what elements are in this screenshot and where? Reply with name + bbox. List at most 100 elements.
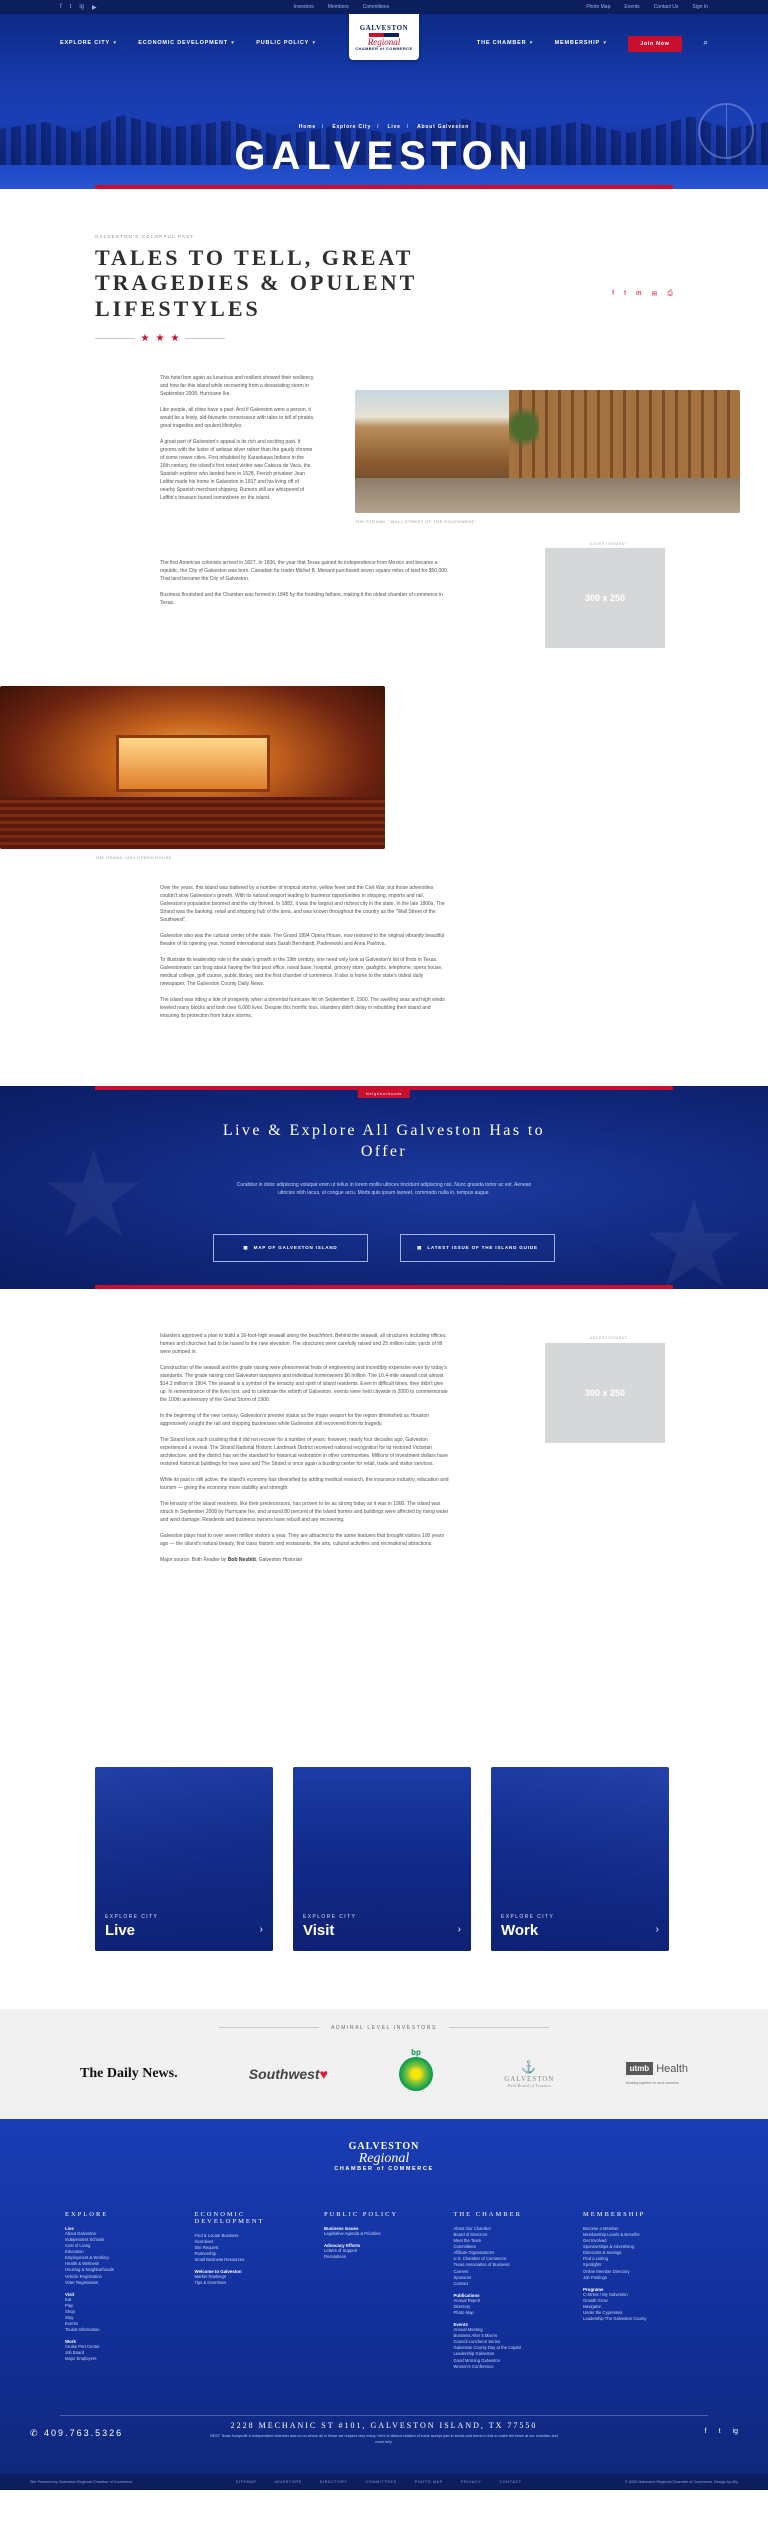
- investors-section: Admiral Level Investors The Daily News. …: [0, 2008, 768, 2119]
- divider-line: [95, 337, 135, 339]
- chevron-right-icon: ›: [457, 1923, 461, 1935]
- article-header: Galveston's Colorful Past Tales to Tell,…: [0, 189, 768, 344]
- galveston-park-board-logo[interactable]: ⚓ GALVESTON Park Board of Trustees: [504, 2060, 554, 2088]
- ad-300x250[interactable]: 300 x 250: [545, 1342, 665, 1443]
- nav-economic-development[interactable]: Economic Development ▾: [138, 40, 234, 46]
- footer-link[interactable]: Job Postings: [583, 2275, 703, 2281]
- share-linkedin-icon[interactable]: in: [636, 290, 641, 298]
- footer-column-title[interactable]: Economic Development: [195, 2211, 315, 2225]
- paragraph: The tenacity of the island residents, li…: [160, 1500, 449, 1523]
- footer-link[interactable]: Major Employers: [65, 2356, 185, 2362]
- button-label: Map of Galveston Island: [253, 1245, 338, 1251]
- logo-line-1: GALVESTON: [359, 23, 409, 32]
- youtube-icon[interactable]: ▶: [92, 4, 97, 11]
- paragraph: Over the years, this island was battered…: [160, 884, 445, 923]
- breadcrumb-explore-city[interactable]: Explore City: [332, 124, 371, 130]
- utility-link-members[interactable]: Members: [328, 4, 349, 10]
- footer-link[interactable]: Photo Map: [454, 2310, 574, 2316]
- footer-logo[interactable]: GALVESTON Regional CHAMBER of COMMERCE: [334, 2141, 433, 2172]
- tile-live[interactable]: Explore City Live ›: [95, 1766, 273, 1951]
- nav-membership[interactable]: Membership ▾: [555, 40, 607, 46]
- chevron-down-icon: ▾: [529, 40, 533, 46]
- footer-link[interactable]: Small Business Resources: [195, 2257, 315, 2263]
- footer-link[interactable]: Contact: [454, 2281, 574, 2287]
- facebook-icon[interactable]: f: [705, 2428, 707, 2435]
- ad-300x250[interactable]: 300 x 250: [545, 547, 665, 648]
- footer-link-privacy[interactable]: Privacy: [461, 2480, 482, 2484]
- utmb-health-logo[interactable]: utmb Health Working together to work won…: [625, 2062, 688, 2086]
- footer-column-title[interactable]: Explore: [65, 2211, 185, 2218]
- utility-link-investors[interactable]: Investors: [294, 4, 314, 10]
- utility-link-sign-in[interactable]: Sign In: [692, 4, 708, 10]
- share-twitter-icon[interactable]: t: [624, 290, 626, 298]
- investors-heading: Admiral Level Investors: [331, 2024, 437, 2031]
- footer-link-directory[interactable]: Directory: [320, 2480, 348, 2484]
- footer-link[interactable]: Leadership The Galveston County: [583, 2316, 703, 2322]
- footer-column-title[interactable]: Membership: [583, 2211, 703, 2218]
- tile-work[interactable]: Explore City Work ›: [491, 1766, 669, 1951]
- island-guide-button[interactable]: ▤ Latest Issue of the Island Guide: [400, 1233, 555, 1262]
- instagram-icon[interactable]: ig: [733, 2428, 738, 2435]
- utility-link-events[interactable]: Events: [624, 4, 639, 10]
- footer-link-sitemap[interactable]: Sitemap: [236, 2480, 257, 2484]
- footer-column-title[interactable]: The Chamber: [454, 2211, 574, 2218]
- footer-link-group: Live About Galveston Independent Schools Co…: [65, 2226, 185, 2286]
- map-of-galveston-button[interactable]: ▦ Map of Galveston Island: [213, 1233, 368, 1262]
- breadcrumb-live[interactable]: Live: [388, 124, 401, 130]
- footer-powered-by: Site Powered by Galveston Regional Chamb…: [30, 2479, 133, 2484]
- share-print-icon[interactable]: ⎙: [667, 290, 673, 298]
- footer-social: f t ig: [705, 2428, 738, 2435]
- search-icon[interactable]: ⌕: [704, 38, 708, 48]
- nav-public-policy[interactable]: Public Policy ▾: [256, 40, 315, 46]
- instagram-icon[interactable]: ig: [79, 4, 84, 11]
- nav-the-chamber[interactable]: The Chamber ▾: [477, 40, 533, 46]
- paragraph: The first American colonists arrived in …: [160, 559, 449, 582]
- tile-label: Explore City Live: [105, 1914, 158, 1939]
- share-facebook-icon[interactable]: f: [612, 290, 614, 298]
- footer-link[interactable]: Tourist Information: [65, 2327, 185, 2333]
- footer-note: BEST Texas Nonprofit & Independent chamb…: [210, 2433, 558, 2444]
- breadcrumb-separator: /: [321, 124, 325, 130]
- footer-column-title[interactable]: Public Policy: [324, 2211, 444, 2218]
- utmb-mark: utmb Health: [625, 2062, 688, 2076]
- hero: Explore City ▾ Economic Development ▾ Publ…: [0, 14, 768, 189]
- breadcrumb-home[interactable]: Home: [299, 124, 316, 130]
- utility-link-committees[interactable]: Committees: [363, 4, 390, 10]
- footer-link-committees[interactable]: Committees: [365, 2480, 396, 2484]
- footer-link-investors[interactable]: Investors: [275, 2480, 302, 2484]
- utility-link-contact[interactable]: Contact Us: [654, 4, 679, 10]
- nav-explore-city[interactable]: Explore City ▾: [60, 40, 116, 46]
- footer-link-contact[interactable]: Contact: [499, 2480, 521, 2484]
- join-now-button[interactable]: Join Now: [628, 36, 682, 52]
- paragraph: Islanders approved a plan to build a 16-…: [160, 1332, 447, 1355]
- utmb-tagline: Working together to work wonders: [625, 2081, 679, 2086]
- footer-link-group: Advocacy Efforts Letters of Support Resolu…: [324, 2243, 444, 2260]
- share-bar: f t in ✉ ⎙: [612, 290, 673, 298]
- utility-link-photo-map[interactable]: Photo Map: [586, 4, 610, 10]
- tile-visit[interactable]: Explore City Visit ›: [293, 1766, 471, 1951]
- paragraph: Galveston plays host to over seven milli…: [160, 1532, 444, 1547]
- bp-logo[interactable]: bp: [399, 2048, 434, 2091]
- twitter-icon[interactable]: t: [719, 2428, 721, 2435]
- tile-title: Work: [501, 1921, 539, 1939]
- footer-link-photo-map[interactable]: Photo Map: [415, 2480, 443, 2484]
- footer-link[interactable]: Resolutions: [324, 2254, 444, 2260]
- twitter-icon[interactable]: t: [70, 4, 72, 11]
- star-watermark-icon: ★: [640, 1177, 748, 1289]
- ad-size-text: 300 x 250: [584, 592, 626, 603]
- footer-link[interactable]: Legislative Agenda & Priorities: [324, 2231, 444, 2237]
- facebook-icon[interactable]: f: [60, 4, 62, 11]
- footer-link-group: Visit Eat Play Shop Stay Events Tourist Inform…: [65, 2292, 185, 2334]
- utmb-wordmark: utmb: [625, 2062, 654, 2076]
- footer-link[interactable]: Voter Registration: [65, 2280, 185, 2286]
- share-email-icon[interactable]: ✉: [652, 290, 658, 298]
- southwest-logo[interactable]: Southwest♥: [249, 2066, 328, 2082]
- footer-link[interactable]: Tips & Incentives: [195, 2280, 315, 2286]
- breadcrumb-current: About Galveston: [417, 124, 470, 130]
- footer-column: Membership Become a Member Membership Leve…: [583, 2211, 703, 2376]
- footer-link[interactable]: Women's Conference: [454, 2364, 574, 2370]
- paragraph: Construction of the seawall and the grad…: [160, 1364, 448, 1403]
- chamber-logo[interactable]: GALVESTON Regional CHAMBER of COMMERCE: [349, 14, 419, 60]
- daily-news-logo[interactable]: The Daily News.: [80, 2066, 178, 2081]
- star-icon: ★: [140, 332, 150, 344]
